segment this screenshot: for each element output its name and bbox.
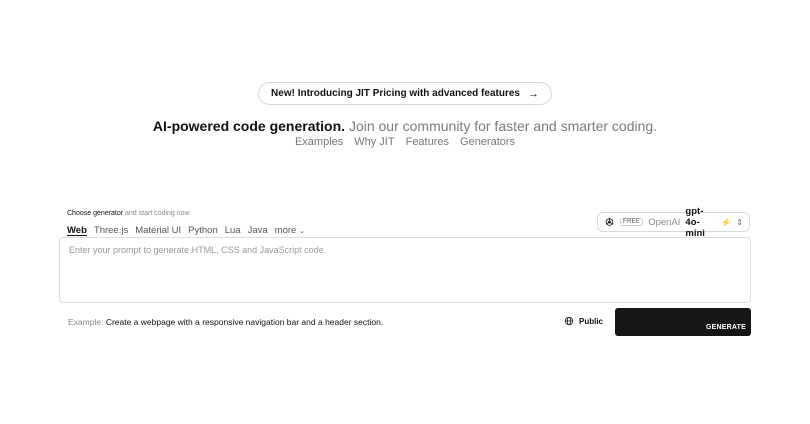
choose-generator-rest: and start coding now. (125, 210, 192, 217)
nav-links: Examples Why JIT Features Generators (0, 136, 810, 148)
example-label: Example: (68, 317, 104, 327)
tagline-light: Join our community for faster and smarte… (348, 118, 658, 134)
chevron-down-icon: ⌄ (298, 228, 305, 235)
generator-tab-python[interactable]: Python (188, 225, 218, 236)
generator-tab-lua[interactable]: Lua (225, 225, 241, 236)
prompt-input[interactable] (59, 237, 751, 303)
choose-generator-bold: Choose generator (67, 210, 124, 217)
generator-tab-java[interactable]: Java (248, 225, 268, 236)
generator-more-label: more (274, 225, 297, 236)
generator-tab-web[interactable]: Web (67, 225, 87, 236)
generator-tab-material-ui[interactable]: Material UI (135, 225, 181, 236)
globe-icon (564, 316, 574, 326)
tagline: AI-powered code generation. Join our com… (0, 117, 810, 135)
announcement-text: New! Introducing JIT Pricing with advanc… (271, 88, 520, 99)
announcement-banner[interactable]: New! Introducing JIT Pricing with advanc… (258, 82, 552, 105)
openai-logo-icon (604, 217, 615, 228)
generate-button[interactable]: GENERATE (615, 308, 751, 336)
generate-label: GENERATE (706, 324, 746, 331)
model-provider: OpenAI (648, 216, 681, 228)
nav-link-generators[interactable]: Generators (460, 136, 515, 148)
generator-more-dropdown[interactable]: more ⌄ (275, 225, 305, 236)
model-name: gpt-4o-mini (685, 205, 705, 239)
example-text: Create a webpage with a responsive navig… (105, 317, 384, 327)
nav-link-why-jit[interactable]: Why JIT (354, 136, 394, 148)
visibility-toggle[interactable]: Public (564, 316, 603, 326)
example-prompt[interactable]: Example: Create a webpage with a respons… (68, 317, 383, 327)
generator-tabs: Web Three.js Material UI Python Lua Java… (67, 225, 305, 236)
arrow-right-icon: → (527, 87, 539, 100)
free-badge: FREE (620, 218, 644, 226)
generator-tab-threejs[interactable]: Three.js (94, 225, 128, 236)
choose-generator-hint: Choose generator and start coding now. (67, 210, 191, 217)
nav-link-features[interactable]: Features (406, 136, 449, 148)
visibility-label: Public (579, 316, 604, 326)
chevron-up-down-icon: ⇕ (736, 217, 743, 227)
nav-link-examples[interactable]: Examples (295, 136, 343, 148)
tagline-bold: AI-powered code generation. (152, 118, 346, 134)
lightning-icon: ⚡ (721, 217, 732, 227)
model-selector[interactable]: FREE OpenAI gpt-4o-mini ⚡ ⇕ (597, 206, 750, 239)
